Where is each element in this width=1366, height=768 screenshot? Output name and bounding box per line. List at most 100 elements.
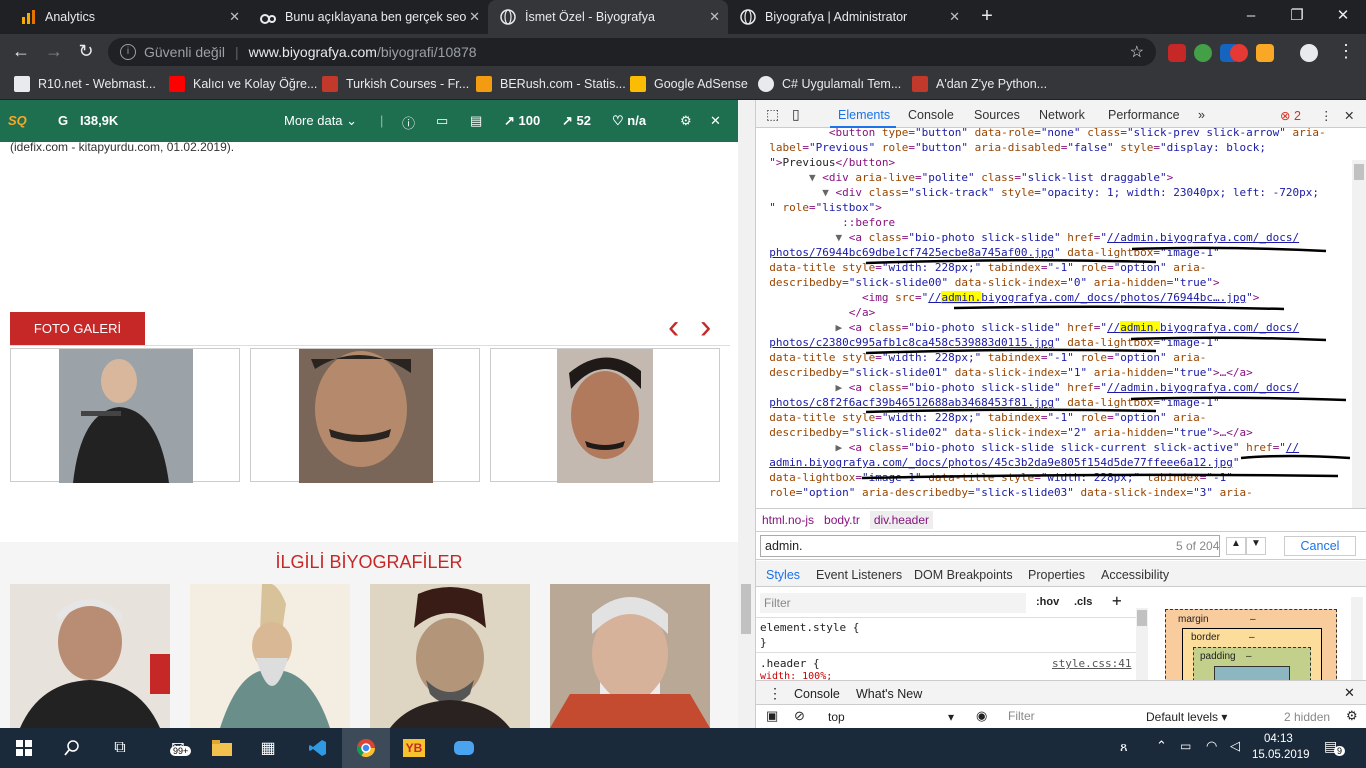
info-icon[interactable]: ⓘ	[402, 113, 415, 132]
bookmark-youtube[interactable]: Kalıcı ve Kolay Öğre...	[169, 76, 317, 92]
more-data-dropdown[interactable]: More data ⌄	[284, 113, 357, 129]
bookmark-csharp[interactable]: C# Uygulamalı Tem...	[758, 76, 901, 92]
inspect-icon[interactable]: ⬚	[766, 106, 779, 123]
chrome-icon[interactable]	[342, 728, 390, 768]
wifi-icon[interactable]: ◠	[1206, 738, 1217, 754]
related-biography-photo[interactable]	[10, 584, 170, 728]
back-icon[interactable]: ←	[9, 40, 33, 64]
error-count[interactable]: ⊗ 2	[1280, 108, 1301, 123]
minimize-button[interactable]: –	[1228, 0, 1274, 34]
box-border[interactable]: border – padding –	[1182, 628, 1322, 680]
seoquake-icon[interactable]	[1256, 44, 1274, 62]
close-tab-icon[interactable]: ✕	[469, 9, 480, 25]
tab-event-listeners[interactable]: Event Listeners	[816, 568, 902, 582]
heart-rate-value[interactable]: ♡ n/a	[612, 113, 646, 129]
internal-links-count[interactable]: ↗ 52	[562, 113, 591, 129]
related-biography-photo[interactable]	[190, 584, 350, 728]
info-icon[interactable]: i	[120, 44, 136, 60]
related-biography-photo[interactable]	[550, 584, 710, 728]
log-levels-select[interactable]: Default levels ▾	[1146, 710, 1227, 724]
find-cancel-button[interactable]: Cancel	[1284, 536, 1356, 556]
profile-avatar[interactable]	[1300, 44, 1318, 62]
tab-administrator[interactable]: Biyografya | Administrator ✕	[728, 0, 968, 34]
eye-icon[interactable]: ◉	[976, 708, 987, 724]
yandex-icon[interactable]: YB	[390, 728, 438, 768]
monitor-icon[interactable]: ▭	[436, 113, 448, 129]
console-settings-icon[interactable]: ⚙	[1346, 708, 1358, 724]
context-select[interactable]: top ▾	[828, 710, 958, 724]
people-icon[interactable]: ጸ	[1120, 739, 1128, 755]
tab-analytics[interactable]: Analytics ✕	[8, 0, 248, 34]
tab-elements[interactable]: Elements	[838, 108, 890, 122]
devtools-menu-icon[interactable]: ⋮	[1320, 108, 1333, 123]
box-padding[interactable]: padding –	[1193, 647, 1311, 680]
crumb-div[interactable]: div.header	[869, 511, 933, 529]
address-bar[interactable]: i Güvenli değil | www.biyografya.com/biy…	[108, 38, 1156, 66]
vscode-icon[interactable]	[294, 728, 342, 768]
adblock-icon[interactable]	[1230, 44, 1248, 62]
tab-network[interactable]: Network	[1039, 108, 1085, 122]
close-icon[interactable]: ✕	[710, 113, 721, 129]
menu-icon[interactable]: ⋮	[1334, 40, 1358, 64]
clock-date[interactable]: 15.05.2019	[1252, 749, 1310, 761]
header-rule[interactable]: .header {	[760, 657, 820, 670]
tab-console[interactable]: Console	[908, 108, 954, 122]
tab-whats-new[interactable]: What's New	[856, 687, 922, 701]
tab-styles[interactable]: Styles	[766, 568, 800, 582]
gallery-photo[interactable]	[250, 348, 480, 483]
element-style-rule[interactable]: element.style {	[760, 621, 859, 634]
tab-performance[interactable]: Performance	[1108, 108, 1180, 122]
page-scrollbar[interactable]	[738, 100, 755, 728]
box-content[interactable]	[1214, 666, 1290, 680]
chevron-up-icon[interactable]: ⌃	[1156, 738, 1167, 754]
volume-icon[interactable]: ◁	[1230, 738, 1240, 754]
bookmark-turkish-courses[interactable]: Turkish Courses - Fr...	[322, 76, 469, 92]
task-view-icon[interactable]: ⧉	[96, 728, 144, 768]
extension-icon[interactable]	[1194, 44, 1212, 62]
gallery-prev-arrow[interactable]: ‹	[668, 310, 679, 344]
style-source-link[interactable]: style.css:41	[1052, 657, 1131, 670]
search-icon[interactable]	[48, 728, 96, 768]
clock-time[interactable]: 04:13	[1264, 733, 1293, 745]
clear-console-icon[interactable]: ⊘	[794, 708, 805, 724]
devtools-close-icon[interactable]: ✕	[1344, 108, 1354, 123]
gallery-photo[interactable]	[490, 348, 720, 483]
tab-webmaster[interactable]: Bunu açıklayana ben gerçek seo ✕	[248, 0, 488, 34]
add-rule-icon[interactable]: +	[1112, 591, 1122, 610]
tab-accessibility[interactable]: Accessibility	[1101, 568, 1169, 582]
close-tab-icon[interactable]: ✕	[949, 9, 960, 25]
close-tab-icon[interactable]: ✕	[709, 9, 720, 25]
notification-icon[interactable]: ▤ 9	[1324, 738, 1346, 756]
find-input[interactable]: admin.	[760, 535, 1220, 557]
hov-button[interactable]: :hov	[1036, 596, 1059, 608]
tab-dom-breakpoints[interactable]: DOM Breakpoints	[914, 568, 1013, 582]
crumb-html[interactable]: html.no-js	[762, 513, 814, 527]
styles-filter-input[interactable]: Filter	[760, 593, 1026, 613]
battery-icon[interactable]: ▭	[1180, 739, 1191, 753]
related-biography-photo[interactable]	[370, 584, 530, 728]
device-toggle-icon[interactable]: ▯	[792, 106, 800, 123]
new-tab-button[interactable]: +	[970, 0, 1004, 34]
crumb-body[interactable]: body.tr	[824, 513, 860, 527]
drawer-close-icon[interactable]: ✕	[1344, 685, 1355, 701]
bookmark-python[interactable]: A'dan Z'ye Python...	[912, 76, 1047, 92]
close-tab-icon[interactable]: ✕	[229, 9, 240, 25]
styles-scrollbar[interactable]	[1136, 608, 1148, 680]
find-next-button[interactable]: ▼	[1246, 537, 1266, 555]
scroll-thumb[interactable]	[741, 584, 751, 634]
box-margin[interactable]: margin – border – padding –	[1165, 609, 1337, 680]
photos-icon[interactable]: ▦	[244, 728, 292, 768]
google-index-count[interactable]: I38,9K	[80, 113, 118, 128]
mail-icon[interactable]: ✉99+	[154, 728, 202, 768]
maximize-button[interactable]: ❐	[1274, 0, 1320, 34]
close-window-button[interactable]: ✕	[1320, 0, 1366, 34]
bookmark-r10[interactable]: R10.net - Webmast...	[14, 76, 156, 92]
app-icon[interactable]	[440, 728, 488, 768]
tab-properties[interactable]: Properties	[1028, 568, 1085, 582]
gallery-photo[interactable]	[10, 348, 240, 483]
file-explorer-icon[interactable]	[198, 728, 246, 768]
tab-console-drawer[interactable]: Console	[794, 687, 840, 701]
find-prev-button[interactable]: ▲	[1226, 537, 1246, 555]
tab-ismet-ozel[interactable]: İsmet Özel - Biyografya ✕	[488, 0, 728, 34]
doc-icon[interactable]: ▤	[470, 113, 482, 129]
